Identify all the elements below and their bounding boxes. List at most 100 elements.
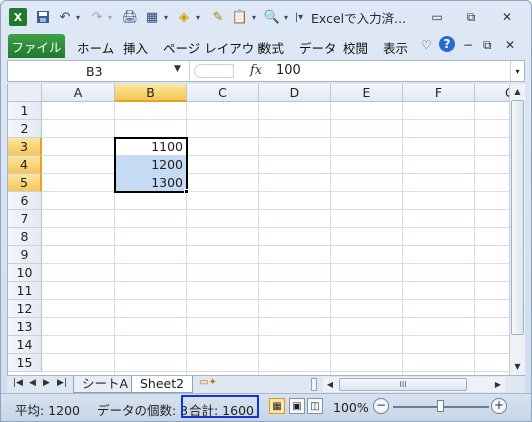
zoom-level[interactable]: 100% [333, 400, 369, 415]
ribbon-minimize-icon[interactable]: ♡ [421, 38, 432, 52]
horizontal-scrollbar[interactable]: ◀ III ▶ [323, 377, 505, 392]
vertical-scrollbar[interactable]: ▲ ▼ [509, 84, 525, 375]
scroll-left-icon[interactable]: ◀ [323, 377, 337, 392]
workbook-restore-icon[interactable]: ⧉ [483, 38, 492, 53]
next-sheet-icon[interactable]: ▶ [43, 378, 50, 388]
last-sheet-icon[interactable]: ▶| [57, 378, 67, 388]
column-header-g[interactable]: G [475, 84, 509, 102]
horizontal-scroll-thumb[interactable]: III [339, 378, 467, 391]
insert-sheet-icon[interactable]: ▭✦ [199, 377, 217, 391]
fill-handle[interactable] [184, 189, 189, 194]
workbook-minimize-icon[interactable]: − [463, 38, 473, 52]
row-header-5[interactable]: 5 [8, 174, 42, 192]
gridline [42, 371, 509, 372]
tab-review[interactable]: 校閲 [343, 38, 368, 57]
vertical-scroll-thumb[interactable] [511, 100, 524, 335]
tab-file[interactable]: ファイル [8, 34, 65, 58]
zoom-in-icon[interactable]: + [491, 398, 507, 414]
gridline [42, 281, 509, 282]
tab-formulas[interactable]: 数式 [259, 38, 284, 57]
zoom-slider-thumb[interactable] [437, 400, 444, 412]
prev-sheet-icon[interactable]: ◀ [29, 378, 36, 388]
row-header-15[interactable]: 15 [8, 354, 42, 372]
tab-split-handle[interactable] [311, 378, 317, 391]
tab-page-layout[interactable]: ページ レイアウト [163, 38, 267, 57]
gridline [42, 155, 509, 156]
formula-input[interactable]: 100 [276, 63, 301, 78]
customize-qat-icon[interactable]: |▾ [293, 8, 305, 26]
cell-b5[interactable]: 1300 [115, 174, 186, 192]
name-box[interactable]: B3 ▼ [8, 61, 190, 81]
page-layout-view-icon[interactable]: ▣ [289, 398, 305, 414]
formula-bar: B3 ▼ fx 100 ▾ [7, 60, 525, 82]
first-sheet-icon[interactable]: |◀ [13, 378, 23, 388]
row-header-6[interactable]: 6 [8, 192, 42, 210]
row-header-10[interactable]: 10 [8, 264, 42, 282]
gridline [42, 191, 509, 192]
column-header-d[interactable]: D [259, 84, 331, 102]
sheet-tab-sheet-a[interactable]: シートA [73, 376, 138, 393]
scroll-down-icon[interactable]: ▼ [510, 359, 525, 374]
fill-color-icon[interactable]: ◈ [175, 8, 193, 26]
tab-data[interactable]: データ [299, 38, 337, 57]
select-all-corner[interactable] [8, 84, 42, 102]
scroll-right-icon[interactable]: ▶ [491, 377, 505, 392]
close-icon[interactable]: ✕ [499, 10, 515, 24]
window-title: Excelで入力済... [311, 11, 407, 26]
row-header-14[interactable]: 14 [8, 336, 42, 354]
row-header-12[interactable]: 12 [8, 300, 42, 318]
undo-dropdown-icon[interactable]: ▾ [73, 8, 83, 26]
cell-b3[interactable]: 1100 [115, 138, 186, 156]
paste-dropdown-icon[interactable]: ▾ [249, 8, 259, 26]
row-header-11[interactable]: 11 [8, 282, 42, 300]
format-painter-icon[interactable]: ✎ [209, 8, 227, 26]
gridline [42, 137, 509, 138]
tab-view[interactable]: 表示 [383, 38, 408, 57]
worksheet-grid[interactable]: A B C D E F G 1 2 3 4 5 6 7 8 9 10 11 12… [7, 84, 509, 375]
borders-dropdown-icon[interactable]: ▾ [161, 8, 171, 26]
row-header-9[interactable]: 9 [8, 246, 42, 264]
preview-dropdown-icon[interactable]: ▾ [281, 8, 291, 26]
print-preview-icon[interactable]: 🖨 [121, 8, 139, 26]
excel-logo-icon[interactable]: X [9, 8, 27, 26]
undo-icon[interactable]: ↶ [57, 8, 73, 26]
fill-color-dropdown-icon[interactable]: ▾ [193, 8, 203, 26]
tab-insert[interactable]: 挿入 [123, 38, 148, 57]
column-header-c[interactable]: C [187, 84, 259, 102]
paste-special-icon[interactable]: 📋 [231, 8, 249, 26]
cell-b4[interactable]: 1200 [115, 156, 186, 174]
row-header-3[interactable]: 3 [8, 138, 42, 156]
name-box-dropdown-icon[interactable]: ▼ [174, 64, 181, 74]
status-average: 平均: 1200 [15, 403, 80, 418]
redo-dropdown-icon[interactable]: ▾ [105, 8, 115, 26]
gridline [42, 209, 509, 210]
redo-icon[interactable]: ↷ [89, 8, 105, 26]
zoom-out-icon[interactable]: − [373, 398, 389, 414]
page-break-preview-icon[interactable]: ◫ [307, 398, 323, 414]
formula-bar-resize-handle[interactable] [194, 64, 234, 78]
tab-home[interactable]: ホーム [77, 38, 114, 57]
minimize-icon[interactable]: ▭ [429, 10, 445, 24]
restore-icon[interactable]: ⧉ [463, 10, 479, 24]
row-header-1[interactable]: 1 [8, 102, 42, 120]
insert-function-icon[interactable]: fx [250, 63, 262, 78]
save-icon[interactable] [33, 8, 53, 26]
zoom-preview-icon[interactable]: 🔍 [263, 8, 281, 26]
column-header-a[interactable]: A [42, 84, 115, 102]
row-header-7[interactable]: 7 [8, 210, 42, 228]
column-header-b[interactable]: B [115, 84, 187, 102]
column-header-f[interactable]: F [403, 84, 475, 102]
help-icon[interactable]: ? [439, 36, 455, 52]
workbook-close-icon[interactable]: ✕ [505, 38, 515, 52]
borders-icon[interactable]: ▦ [143, 8, 161, 26]
gridline [42, 245, 509, 246]
row-header-4[interactable]: 4 [8, 156, 42, 174]
sheet-tab-sheet2[interactable]: Sheet2 [131, 376, 194, 393]
column-header-e[interactable]: E [331, 84, 403, 102]
row-header-13[interactable]: 13 [8, 318, 42, 336]
row-header-2[interactable]: 2 [8, 120, 42, 138]
row-header-8[interactable]: 8 [8, 228, 42, 246]
scroll-up-icon[interactable]: ▲ [510, 84, 525, 99]
expand-formula-bar-icon[interactable]: ▾ [510, 61, 524, 81]
normal-view-icon[interactable]: ▦ [269, 398, 285, 414]
